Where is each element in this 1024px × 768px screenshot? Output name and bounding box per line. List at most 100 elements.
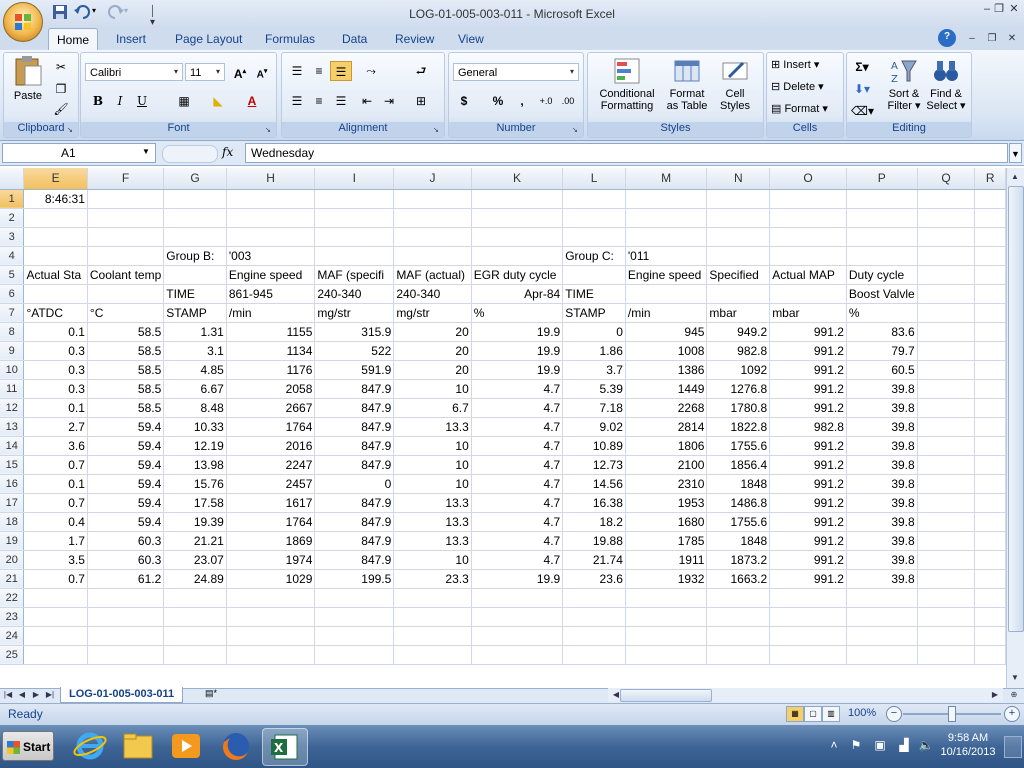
show-desktop-button[interactable] [1004,736,1022,758]
cell[interactable]: 39.8 [846,550,918,570]
cell[interactable]: Apr-84 [471,284,564,304]
autosum-icon[interactable]: Σ▾ [851,57,873,77]
cell[interactable]: 3.6 [23,436,88,456]
cell[interactable] [974,303,1006,323]
cell[interactable]: MAF (actual) [393,265,472,285]
cell[interactable] [314,208,395,228]
cell[interactable]: 19.9 [471,360,564,380]
cell[interactable]: mbar [706,303,771,323]
cell[interactable] [974,341,1006,361]
cell[interactable] [917,246,976,266]
cut-icon[interactable]: ✂ [50,57,72,77]
cell[interactable]: 39.8 [846,417,918,437]
row-header[interactable]: 6 [0,284,25,304]
row-header[interactable]: 1 [0,189,25,209]
cell[interactable]: 991.2 [769,360,847,380]
cell[interactable] [314,607,395,627]
merge-center-icon[interactable]: ⊞ [410,91,432,111]
cell[interactable]: 2.7 [23,417,88,437]
cell[interactable]: 19.39 [163,512,227,532]
cell[interactable] [846,246,918,266]
cell[interactable] [471,588,564,608]
cell[interactable]: 991.2 [769,550,847,570]
cell[interactable] [562,227,626,247]
cell[interactable] [625,208,708,228]
cell[interactable]: 982.8 [706,341,771,361]
cell[interactable]: 1764 [226,417,316,437]
cell[interactable]: /min [625,303,708,323]
cell[interactable] [974,227,1006,247]
cell[interactable]: 59.4 [87,474,165,494]
cell[interactable]: 10 [393,550,472,570]
excel-taskbar-icon[interactable]: X [262,728,308,766]
cell[interactable]: °ATDC [23,303,88,323]
percent-button[interactable]: % [487,91,509,111]
name-box-dropdown-icon[interactable]: ▼ [142,147,154,159]
cell[interactable] [23,227,88,247]
cell[interactable] [974,550,1006,570]
cell[interactable]: 4.7 [471,493,564,513]
row-header[interactable]: 8 [0,322,25,342]
cell[interactable]: 58.5 [87,379,165,399]
cell[interactable]: 39.8 [846,531,918,551]
cell[interactable] [625,626,708,646]
cell[interactable] [769,284,847,304]
cell[interactable] [471,189,564,209]
cell[interactable]: Actual Sta [23,265,88,285]
cell[interactable] [974,645,1006,665]
cell[interactable]: 847.9 [314,493,395,513]
cell[interactable] [23,208,88,228]
cell[interactable]: 1663.2 [706,569,771,589]
help-icon[interactable]: ? [938,29,956,47]
cell[interactable]: 1617 [226,493,316,513]
column-header-j[interactable]: J [393,168,472,190]
cell[interactable]: 4.7 [471,379,564,399]
cell[interactable] [471,645,564,665]
cell[interactable] [974,246,1006,266]
cell[interactable] [974,398,1006,418]
cell[interactable]: 59.4 [87,455,165,475]
cell[interactable]: 0 [314,474,395,494]
cell[interactable] [471,626,564,646]
find-select-button[interactable]: Find & Select ▾ [925,57,967,112]
cell[interactable]: 240-340 [314,284,395,304]
cell[interactable]: 6.67 [163,379,227,399]
cell[interactable]: 18.2 [562,512,626,532]
cell[interactable] [23,246,88,266]
borders-icon[interactable]: ▦ [173,91,195,111]
cell[interactable] [163,588,227,608]
clipboard-launcher-icon[interactable]: ↘ [67,126,76,135]
cell[interactable]: Boost Valvle [846,284,918,304]
cell[interactable]: Group C: [562,246,626,266]
cell[interactable] [393,189,472,209]
cell[interactable] [917,417,976,437]
cell[interactable]: 61.2 [87,569,165,589]
cell[interactable]: EGR duty cycle [471,265,564,285]
cell[interactable]: 7.18 [562,398,626,418]
cell[interactable]: 19.9 [471,322,564,342]
cell[interactable] [471,246,564,266]
cell[interactable]: 2457 [226,474,316,494]
cell[interactable]: 2667 [226,398,316,418]
cell[interactable] [846,189,918,209]
cell[interactable]: 39.8 [846,455,918,475]
cell[interactable] [846,227,918,247]
row-header[interactable]: 17 [0,493,25,513]
cell[interactable] [23,607,88,627]
cell[interactable]: 847.9 [314,398,395,418]
cell[interactable]: 12.19 [163,436,227,456]
cell[interactable]: MAF (specifi [314,265,395,285]
cell[interactable] [917,379,976,399]
cell[interactable] [314,246,395,266]
cell[interactable]: 2268 [625,398,708,418]
cell[interactable]: 1008 [625,341,708,361]
row-header[interactable]: 23 [0,607,25,627]
doc-close-icon[interactable]: ✕ [1004,31,1020,47]
cell[interactable]: 1848 [706,474,771,494]
cell[interactable]: 2247 [226,455,316,475]
grow-font-button[interactable]: A▴ [229,62,251,82]
column-header-e[interactable]: E [23,168,88,190]
row-header[interactable]: 18 [0,512,25,532]
cell[interactable] [917,550,976,570]
number-format-select[interactable]: General ▾ [453,63,579,81]
